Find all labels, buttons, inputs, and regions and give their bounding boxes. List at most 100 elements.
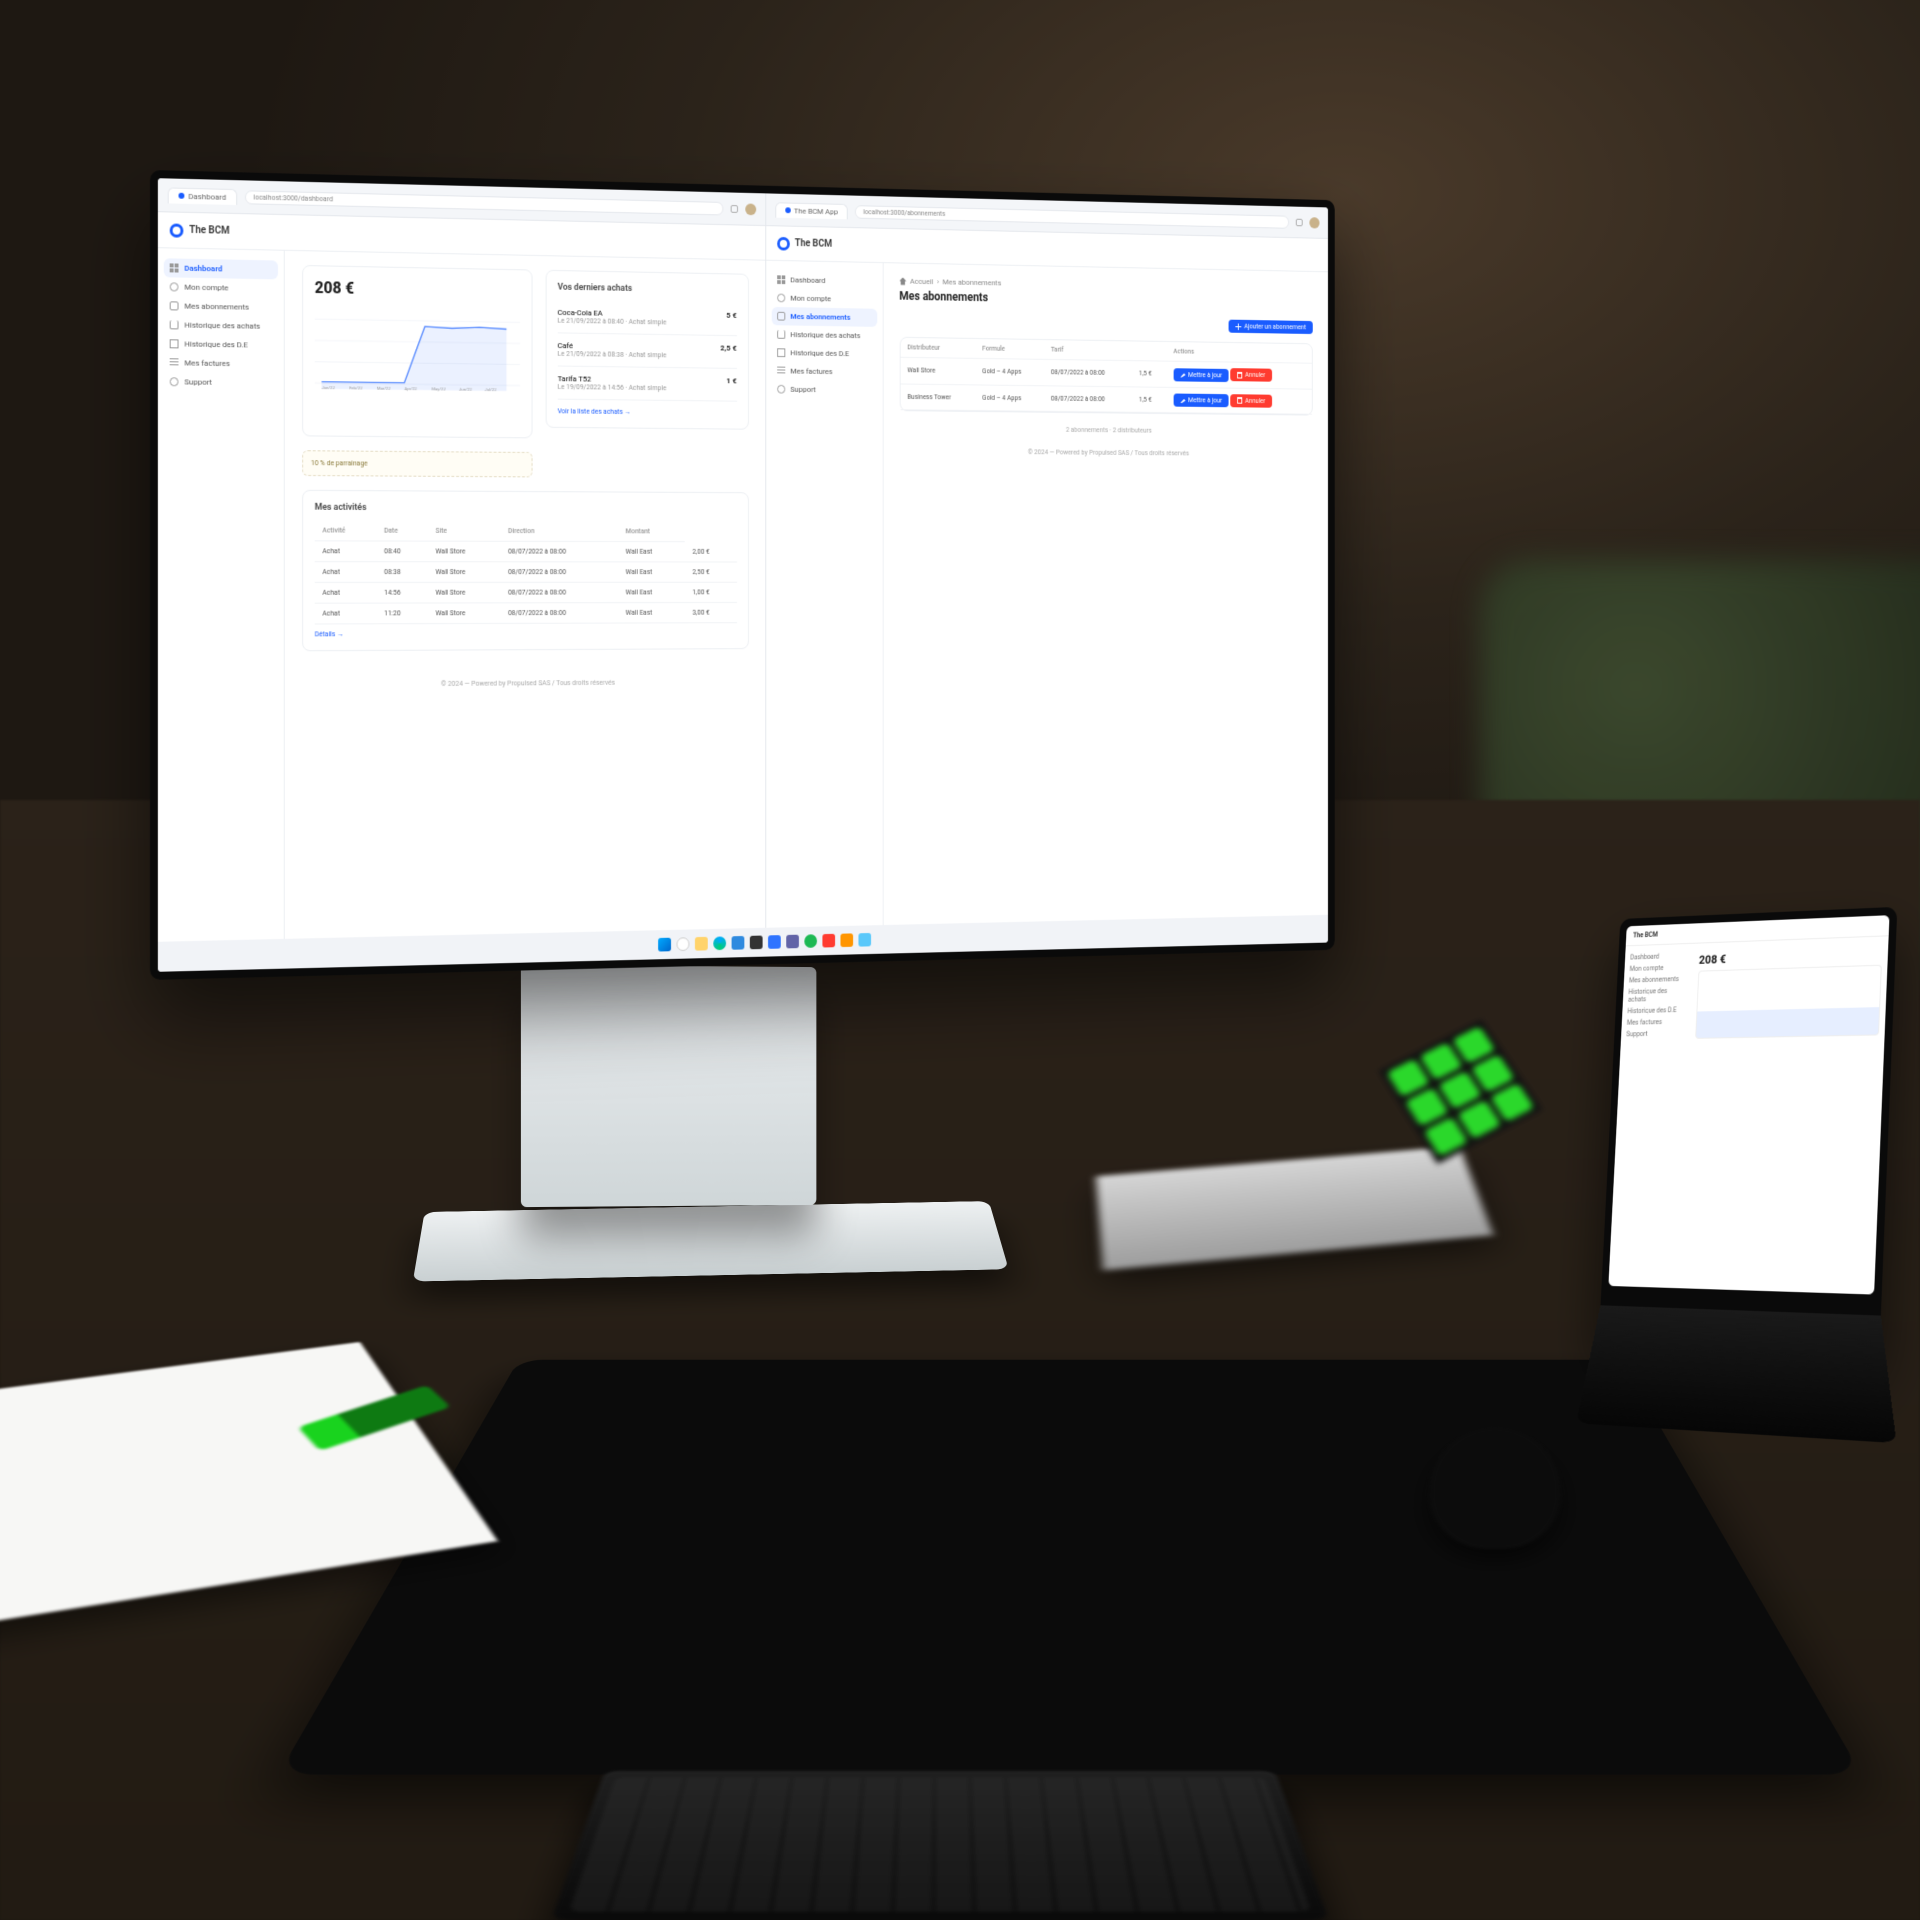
sidebar-item-account[interactable]: Mon compte <box>771 289 877 309</box>
app-icon[interactable] <box>840 933 853 947</box>
sidebar-item-de-history[interactable]: Historique des D.E <box>771 343 877 363</box>
purchase-price: 2,5 € <box>720 344 736 361</box>
sidebar-item-label: Mon compte <box>790 294 831 303</box>
favicon-icon <box>179 193 185 199</box>
tablet-keyboard <box>1576 1305 1896 1442</box>
activity-row[interactable]: Achat08:38Wall Store08/07/2022 à 08:00Wa… <box>315 562 737 583</box>
monitor-stand-foot <box>413 1201 1009 1281</box>
delete-subscription-button[interactable]: Annuler <box>1230 368 1272 382</box>
trash-icon <box>1237 397 1242 404</box>
sidebar-item-purchases[interactable]: Historique des achats <box>771 325 877 345</box>
activity-row[interactable]: Achat08:40Wall Store08/07/2022 à 08:00Wa… <box>315 541 737 562</box>
scene-background: Dashboard localhost:3000/dashboard The B… <box>0 0 1920 1920</box>
browser-tab-right[interactable]: The BCM App <box>775 202 848 219</box>
svg-text:Jun/22: Jun/22 <box>459 388 473 393</box>
purchase-row[interactable]: Coca-Cola EA Le 21/09/2022 à 08:40 · Ach… <box>558 300 737 336</box>
extensions-icon[interactable] <box>1296 218 1303 226</box>
activities-card: Mes activités Activité Date Site Directi… <box>302 490 748 651</box>
activity-row[interactable]: Achat11:20Wall Store08/07/2022 à 08:00Wa… <box>315 602 737 624</box>
teams-icon[interactable] <box>786 935 799 949</box>
edge-icon[interactable] <box>713 936 726 950</box>
activity-cell: Wall Store <box>428 582 501 603</box>
cart-icon <box>777 330 785 339</box>
sidebar-item-account[interactable]: Mon compte <box>164 277 278 298</box>
user-icon <box>777 294 785 303</box>
sidebar-item-subscriptions[interactable]: Mes abonnements <box>771 307 877 327</box>
sidebar-item-label: Dashboard <box>790 276 825 285</box>
kpi-value: 208 € <box>315 278 520 300</box>
purchases-title: Vos derniers achats <box>558 283 737 296</box>
browser-tab-left[interactable]: Dashboard <box>168 187 237 205</box>
activities-details-link[interactable]: Détails → <box>315 629 737 638</box>
subscription-cell: Gold – 4 Apps <box>975 358 1044 385</box>
activity-cell: 2,50 € <box>685 562 737 582</box>
purchase-row[interactable]: Café Le 21/09/2022 à 08:38 · Achat simpl… <box>558 333 737 369</box>
terminal-icon[interactable] <box>750 936 763 950</box>
col-direction: Direction <box>500 521 618 541</box>
sidebar-item-label: Historique des achats <box>184 321 260 331</box>
add-subscription-button[interactable]: Ajouter un abonnement <box>1229 320 1313 334</box>
svg-text:May/22: May/22 <box>432 387 447 392</box>
start-icon[interactable] <box>658 938 671 952</box>
address-bar-right[interactable]: localhost:3000/abonnements <box>855 205 1289 229</box>
sidebar-item-invoices[interactable]: Mes factures <box>164 353 278 373</box>
sidebar-item-label[interactable]: Historique des achats <box>1628 985 1686 1006</box>
explorer-icon[interactable] <box>695 937 708 951</box>
edit-subscription-button[interactable]: Mettre à jour <box>1173 368 1228 382</box>
cart-icon <box>170 320 179 329</box>
tablet-device: The BCM Dashboard Mon compte Mes abonnem… <box>1598 907 1897 1357</box>
purchase-row[interactable]: Tarifa T52 Le 19/09/2022 à 14:56 · Achat… <box>558 366 737 401</box>
kpi-chart-card: 208 € <box>302 265 532 438</box>
spotify-icon[interactable] <box>804 934 817 948</box>
app-icon[interactable] <box>858 933 871 947</box>
sidebar-item-dashboard[interactable]: Dashboard <box>771 270 877 290</box>
activity-cell: Wall Store <box>428 541 501 562</box>
chevron-right-icon: › <box>937 278 939 287</box>
sidebar-item-label[interactable]: Support <box>1626 1027 1683 1040</box>
sidebar-item-invoices[interactable]: Mes factures <box>771 362 877 382</box>
document-icon <box>170 339 179 348</box>
app-icon[interactable] <box>822 934 835 948</box>
subscription-cell: 08/07/2022 à 08:00 <box>1044 359 1132 386</box>
sidebar-item-purchases[interactable]: Historique des achats <box>164 315 278 336</box>
page-title: Mes abonnements <box>899 289 1313 310</box>
referral-promo[interactable]: 10 % de parrainage <box>302 450 532 477</box>
edit-label: Mettre à jour <box>1188 371 1222 379</box>
activity-cell: Wall East <box>618 582 685 602</box>
sidebar-item-support[interactable]: Support <box>164 372 278 392</box>
address-bar-left[interactable]: localhost:3000/dashboard <box>245 190 723 215</box>
footer-left: © 2024 — Powered by Propulsed SAS / Tous… <box>302 663 748 705</box>
document-icon <box>777 348 785 357</box>
sidebar-item-dashboard[interactable]: Dashboard <box>164 258 278 279</box>
sidebar-item-subscriptions[interactable]: Mes abonnements <box>164 296 278 317</box>
breadcrumb-2: Mes abonnements <box>943 278 1002 288</box>
tablet-sidebar: Dashboard Mon compte Mes abonnements His… <box>1621 944 1693 1046</box>
sidebar-item-label: Mon compte <box>184 283 228 293</box>
sidebar-item-label: Mes factures <box>184 358 230 368</box>
tab-title: Dashboard <box>188 191 226 201</box>
profile-avatar-icon[interactable] <box>745 203 756 215</box>
subscription-row[interactable]: Business TowerGold – 4 Apps08/07/2022 à … <box>900 383 1312 414</box>
purchases-view-all[interactable]: Voir la liste des achats → <box>558 407 737 417</box>
activities-table: Activité Date Site Direction Montant Ach… <box>315 521 737 625</box>
invoice-icon <box>777 367 785 376</box>
edit-subscription-button[interactable]: Mettre à jour <box>1173 394 1228 408</box>
sidebar-item-support[interactable]: Support <box>771 380 877 399</box>
dashboard-icon <box>170 263 179 272</box>
search-icon[interactable] <box>677 937 690 951</box>
sidebar-item-de-history[interactable]: Historique des D.E <box>164 334 278 355</box>
trash-icon <box>1237 371 1242 378</box>
subscriptions-table: Distributeur Formule Tarif Actions Wall … <box>900 338 1312 415</box>
vscode-icon[interactable] <box>732 936 745 950</box>
activity-cell: 14:56 <box>376 582 428 603</box>
activity-row[interactable]: Achat14:56Wall Store08/07/2022 à 08:00Wa… <box>315 582 737 603</box>
app-name: The BCM <box>795 238 832 249</box>
svg-text:Apr/22: Apr/22 <box>404 387 417 392</box>
subscription-actions: Mettre à jour Annuler <box>1167 361 1312 389</box>
profile-avatar-icon[interactable] <box>1309 217 1319 228</box>
svg-text:Feb/22: Feb/22 <box>349 386 363 391</box>
mail-icon[interactable] <box>768 935 781 949</box>
delete-subscription-button[interactable]: Annuler <box>1230 394 1272 408</box>
extensions-icon[interactable] <box>730 205 737 213</box>
subscription-icon <box>170 301 179 310</box>
